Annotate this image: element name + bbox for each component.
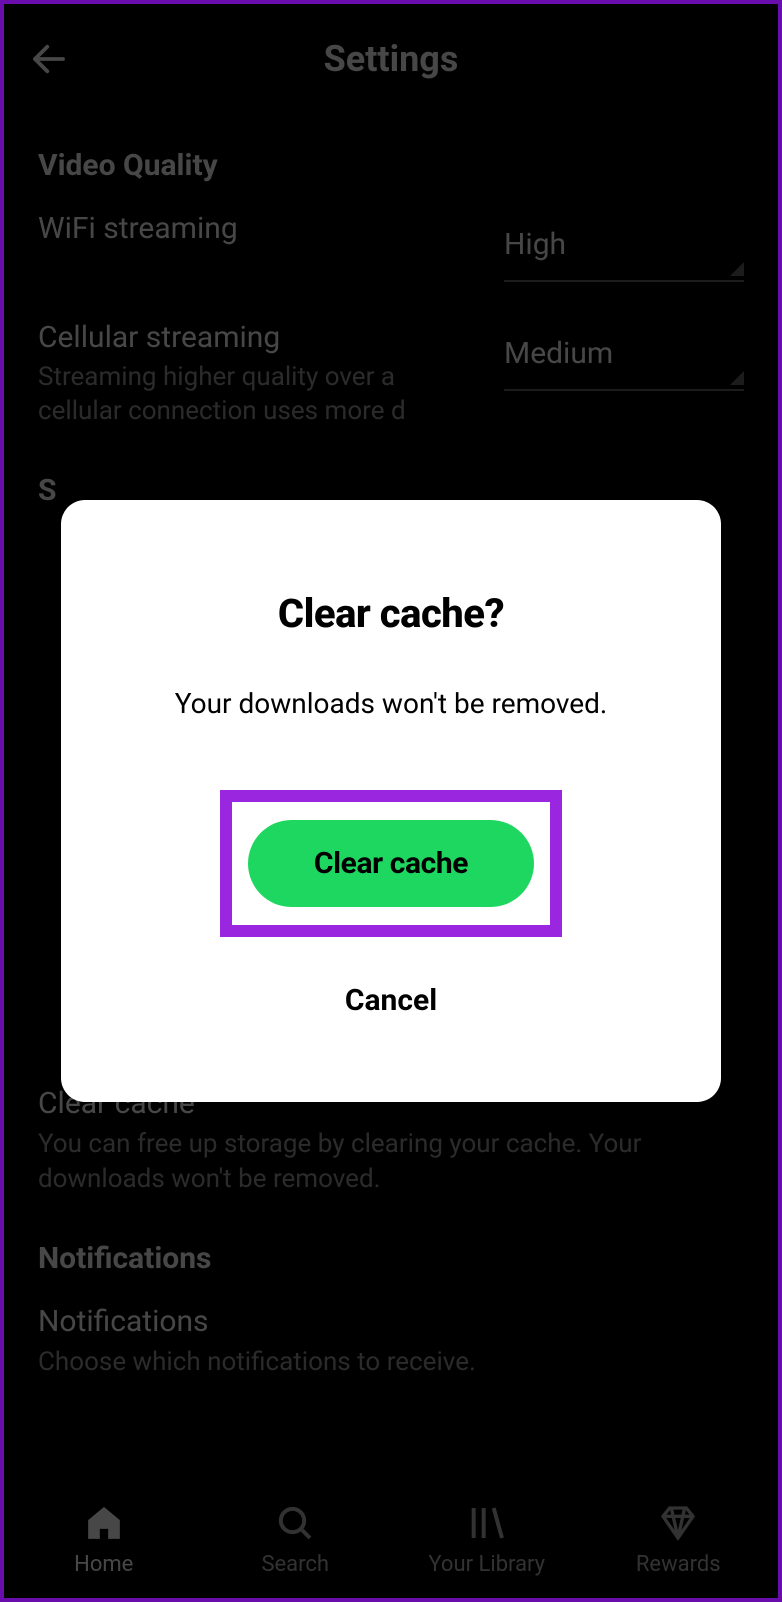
dialog-title: Clear cache? xyxy=(101,590,681,637)
cancel-button[interactable]: Cancel xyxy=(331,969,451,1032)
clear-cache-dialog: Clear cache? Your downloads won't be rem… xyxy=(61,500,721,1102)
dialog-message: Your downloads won't be removed. xyxy=(101,687,681,720)
annotation-highlight: Clear cache xyxy=(220,790,562,937)
clear-cache-button[interactable]: Clear cache xyxy=(248,820,534,907)
modal-backdrop[interactable]: Clear cache? Your downloads won't be rem… xyxy=(4,4,778,1598)
